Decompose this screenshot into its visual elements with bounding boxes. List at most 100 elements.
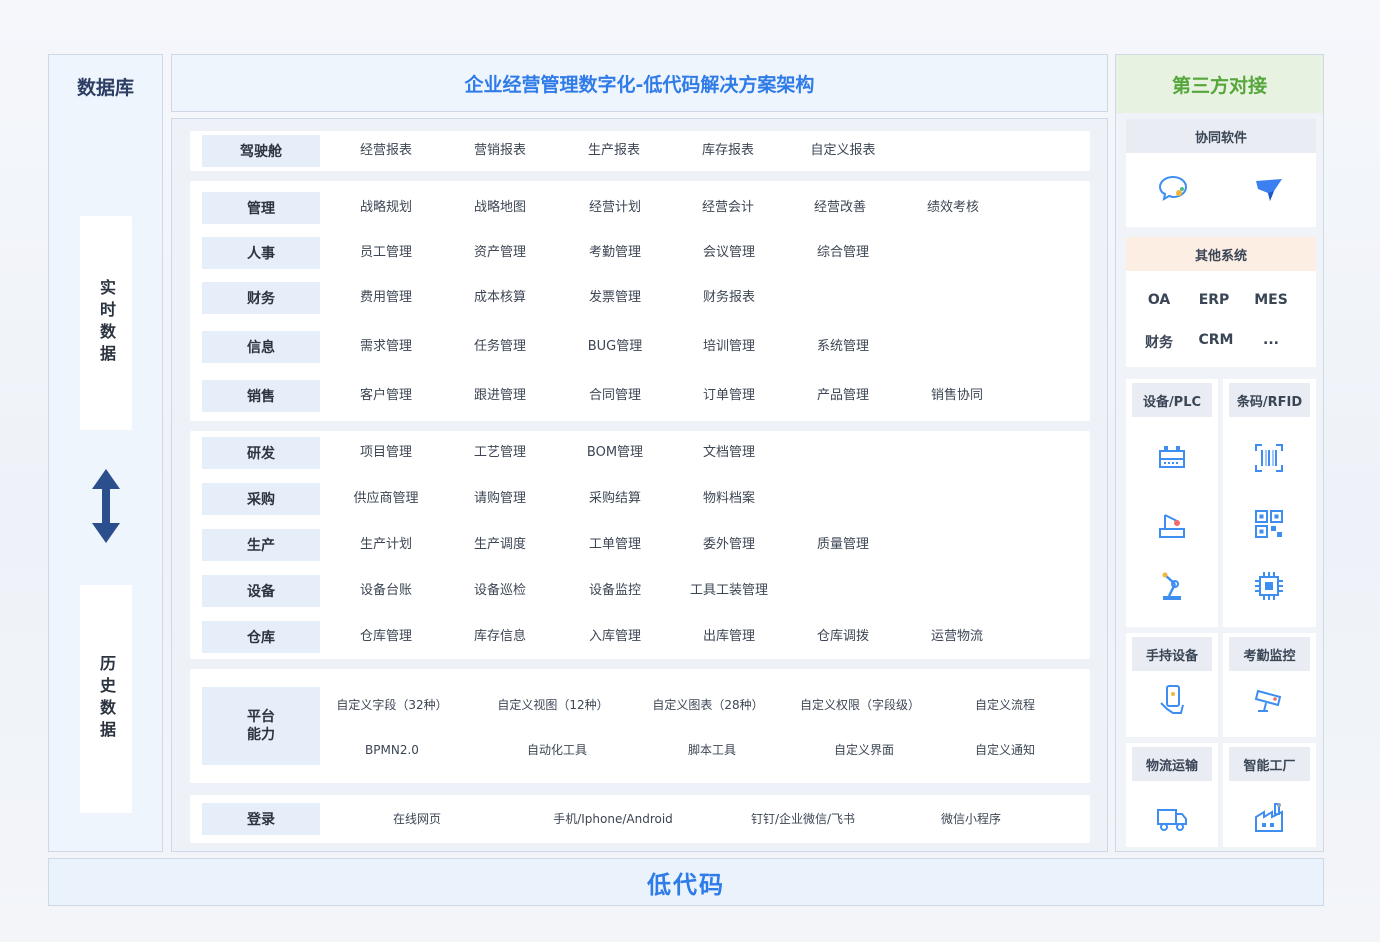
factory-icon[interactable] — [1252, 801, 1286, 835]
module-item[interactable]: 入库管理 — [555, 621, 675, 653]
system-item[interactable]: ... — [1241, 332, 1301, 348]
module-item[interactable]: 质量管理 — [783, 529, 903, 561]
platform-item[interactable]: 脚本工具 — [632, 734, 792, 766]
module-item[interactable]: 成本核算 — [440, 282, 560, 314]
module-label: 管理 — [202, 192, 320, 224]
module-item[interactable]: 考勤管理 — [555, 237, 675, 269]
module-item[interactable]: 工单管理 — [555, 529, 675, 561]
module-label: 人事 — [202, 237, 320, 269]
qr-code-icon[interactable] — [1252, 507, 1286, 541]
module-item[interactable]: 任务管理 — [440, 331, 560, 363]
platform-item[interactable]: 自定义流程 — [925, 689, 1085, 721]
platform-item[interactable]: 自定义权限（字段级） — [780, 689, 940, 721]
platform-item[interactable]: 自定义界面 — [784, 734, 944, 766]
robot-arm-station-icon[interactable] — [1155, 507, 1189, 541]
platform-item[interactable]: 自动化工具 — [477, 734, 637, 766]
module-item[interactable]: 生产调度 — [440, 529, 560, 561]
realtime-data-box: 实时数据 — [80, 216, 132, 430]
plc-controller-icon[interactable] — [1155, 441, 1189, 475]
module-item[interactable]: 设备台账 — [326, 575, 446, 607]
module-item[interactable]: 请购管理 — [440, 483, 560, 515]
module-item[interactable]: 生产计划 — [326, 529, 446, 561]
module-item[interactable]: 经营计划 — [555, 192, 675, 224]
cockpit-item[interactable]: 库存报表 — [668, 135, 788, 167]
module-item[interactable]: BUG管理 — [555, 331, 675, 363]
module-label: 仓库 — [202, 621, 320, 653]
module-item[interactable]: 客户管理 — [326, 380, 446, 412]
chat-bubble-icon[interactable] — [1156, 171, 1190, 205]
third-party-column: 第三方对接 协同软件 其他系统 OA ERP MES 财务 CRM ... 设备… — [1115, 54, 1324, 852]
module-item[interactable]: 财务报表 — [669, 282, 789, 314]
platform-item[interactable]: 自定义视图（12种） — [473, 689, 633, 721]
module-item[interactable]: 出库管理 — [669, 621, 789, 653]
cockpit-item[interactable]: 经营报表 — [326, 135, 446, 167]
module-item[interactable]: 综合管理 — [783, 237, 903, 269]
chip-icon[interactable] — [1252, 569, 1286, 603]
handheld-phone-icon[interactable] — [1155, 683, 1189, 717]
cockpit-item[interactable]: 生产报表 — [554, 135, 674, 167]
system-item[interactable]: CRM — [1186, 332, 1246, 348]
module-item[interactable]: 跟进管理 — [440, 380, 560, 412]
truck-icon[interactable] — [1155, 801, 1189, 835]
module-item[interactable]: 设备监控 — [555, 575, 675, 607]
module-item[interactable]: 资产管理 — [440, 237, 560, 269]
cockpit-item[interactable]: 自定义报表 — [783, 135, 903, 167]
system-item[interactable]: 财务 — [1129, 332, 1189, 352]
platform-panel: 平台 能力 自定义字段（32种） 自定义视图（12种） 自定义图表（28种） 自… — [190, 669, 1090, 783]
module-item[interactable]: 经营改善 — [780, 192, 900, 224]
login-item[interactable]: 钉钉/企业微信/飞书 — [723, 803, 883, 835]
module-item[interactable]: 订单管理 — [669, 380, 789, 412]
login-item[interactable]: 在线网页 — [337, 803, 497, 835]
module-item[interactable]: 经营会计 — [668, 192, 788, 224]
platform-item[interactable]: 自定义通知 — [925, 734, 1085, 766]
module-row: 采购 供应商管理 请购管理 采购结算 物料档案 — [202, 483, 1090, 515]
module-item[interactable]: 系统管理 — [783, 331, 903, 363]
module-row: 财务 费用管理 成本核算 发票管理 财务报表 — [202, 282, 1090, 314]
barcode-scan-icon[interactable] — [1252, 441, 1286, 475]
module-item[interactable]: 培训管理 — [669, 331, 789, 363]
module-item[interactable]: 费用管理 — [326, 282, 446, 314]
platform-item[interactable]: 自定义字段（32种） — [312, 689, 472, 721]
module-item[interactable]: 供应商管理 — [326, 483, 446, 515]
module-item[interactable]: 仓库调拨 — [783, 621, 903, 653]
module-item[interactable]: 采购结算 — [555, 483, 675, 515]
module-item[interactable]: 绩效考核 — [893, 192, 1013, 224]
module-item[interactable]: 销售协同 — [897, 380, 1017, 412]
module-item[interactable]: 工具工装管理 — [669, 575, 789, 607]
security-camera-icon[interactable] — [1252, 683, 1286, 717]
module-item[interactable]: 员工管理 — [326, 237, 446, 269]
module-item[interactable]: 需求管理 — [326, 331, 446, 363]
platform-item[interactable]: BPMN2.0 — [312, 734, 472, 766]
module-item[interactable]: 物料档案 — [669, 483, 789, 515]
module-item[interactable]: 产品管理 — [783, 380, 903, 412]
robot-arm-icon[interactable] — [1155, 569, 1189, 603]
module-item[interactable]: 委外管理 — [669, 529, 789, 561]
module-item[interactable]: 发票管理 — [555, 282, 675, 314]
module-item[interactable]: 工艺管理 — [440, 437, 560, 469]
other-systems-label: 其他系统 — [1126, 237, 1316, 271]
module-item[interactable]: 会议管理 — [669, 237, 789, 269]
module-item[interactable]: 设备巡检 — [440, 575, 560, 607]
system-item[interactable]: MES — [1241, 292, 1301, 308]
system-item[interactable]: ERP — [1184, 292, 1244, 308]
plc-card: 设备/PLC — [1126, 379, 1218, 627]
feishu-bird-icon[interactable] — [1252, 171, 1286, 205]
module-item[interactable]: 仓库管理 — [326, 621, 446, 653]
module-label: 设备 — [202, 575, 320, 607]
module-item[interactable]: 战略地图 — [440, 192, 560, 224]
module-item[interactable]: 战略规划 — [326, 192, 446, 224]
cockpit-item[interactable]: 营销报表 — [440, 135, 560, 167]
module-item[interactable]: 库存信息 — [440, 621, 560, 653]
handheld-card: 手持设备 — [1126, 633, 1218, 737]
system-item[interactable]: OA — [1129, 292, 1189, 308]
rfid-card: 条码/RFID — [1223, 379, 1316, 627]
login-label: 登录 — [202, 803, 320, 835]
module-item[interactable]: 合同管理 — [555, 380, 675, 412]
module-item[interactable]: 运营物流 — [897, 621, 1017, 653]
module-item[interactable]: 项目管理 — [326, 437, 446, 469]
login-item[interactable]: 手机/Iphone/Android — [533, 803, 693, 835]
module-item[interactable]: BOM管理 — [555, 437, 675, 469]
platform-item[interactable]: 自定义图表（28种） — [628, 689, 788, 721]
login-item[interactable]: 微信小程序 — [891, 803, 1051, 835]
module-item[interactable]: 文档管理 — [669, 437, 789, 469]
